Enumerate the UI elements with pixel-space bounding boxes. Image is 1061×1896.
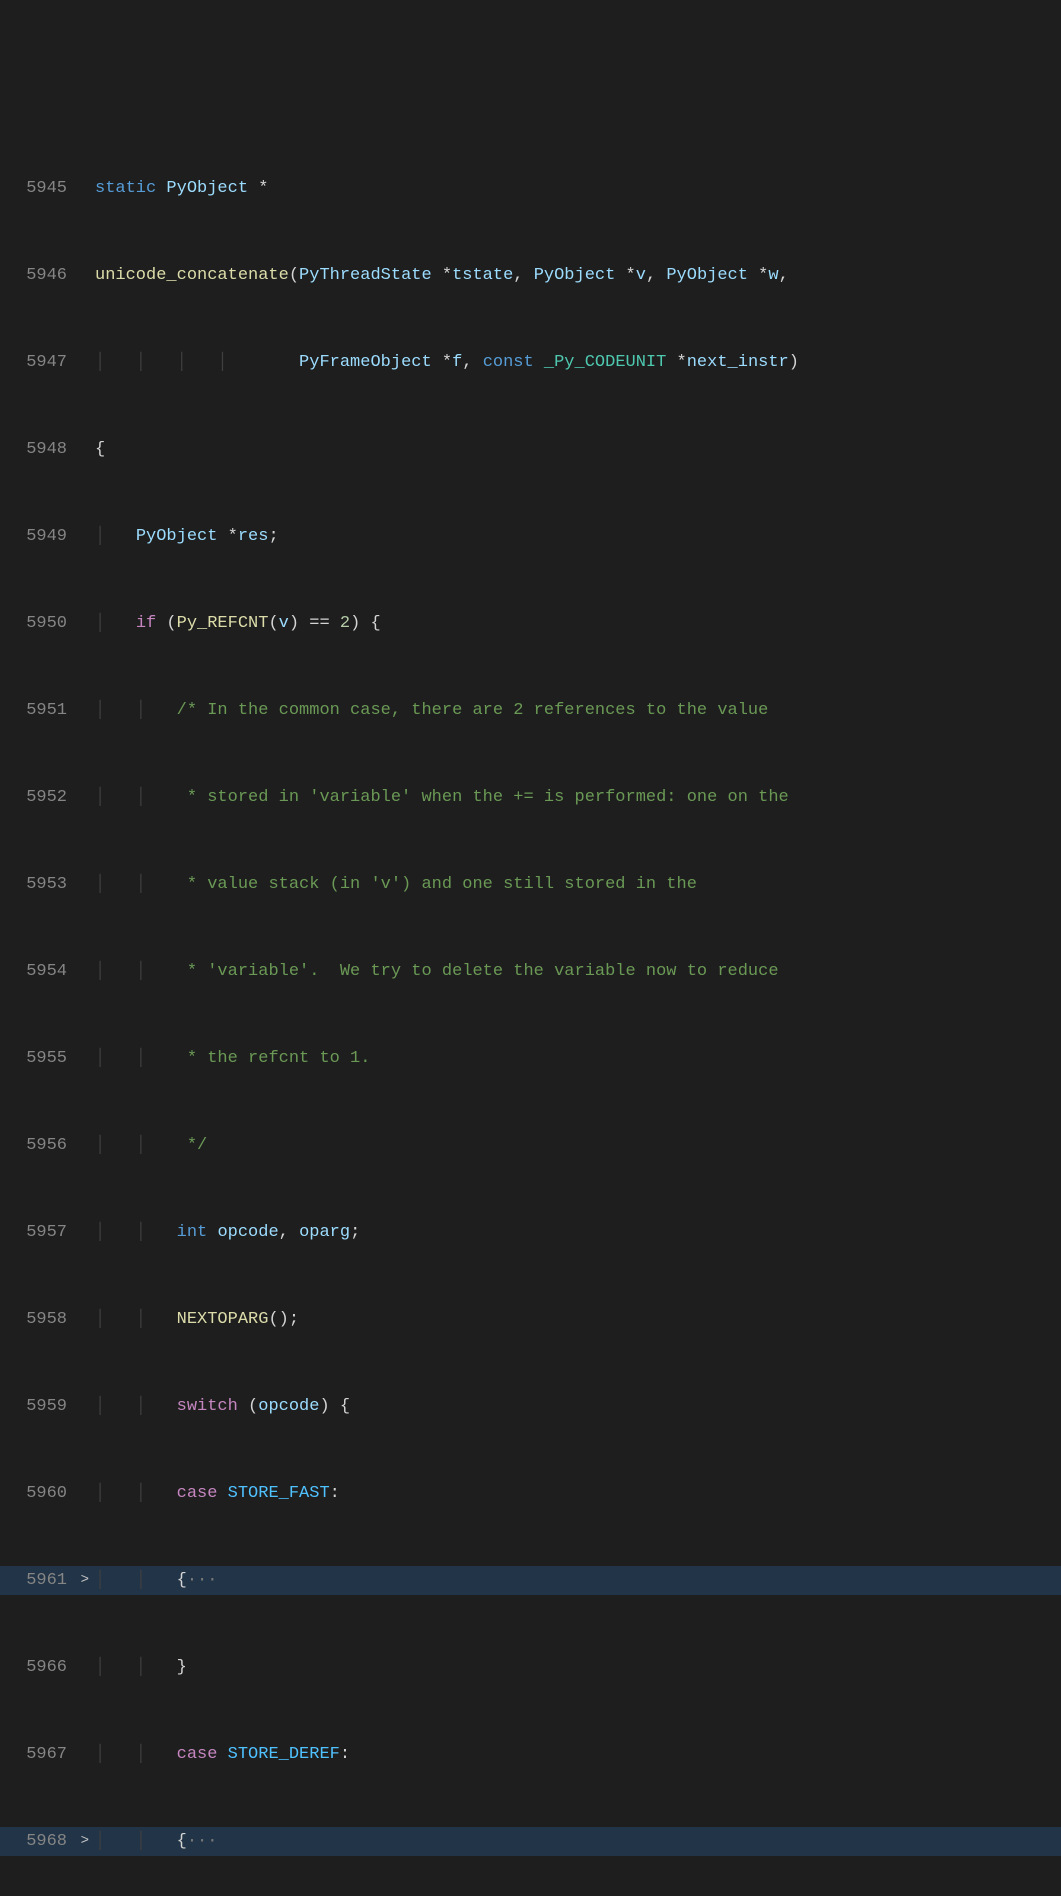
code-content[interactable]: │ │ * the refcnt to 1. [95, 1044, 1061, 1073]
code-line: 5960│ │ case STORE_FAST: [0, 1479, 1061, 1508]
code-content[interactable]: │ │ /* In the common case, there are 2 r… [95, 696, 1061, 725]
code-line: 5947│ │ │ │ PyFrameObject *f, const _Py_… [0, 348, 1061, 377]
code-line: 5953│ │ * value stack (in 'v') and one s… [0, 870, 1061, 899]
line-number: 5958 [0, 1305, 95, 1334]
code-content[interactable]: │ if (Py_REFCNT(v) == 2) { [95, 609, 1061, 638]
line-number: 5957 [0, 1218, 95, 1247]
code-line-folded: 5961>│ │ {··· [0, 1566, 1061, 1595]
code-line: 5954│ │ * 'variable'. We try to delete t… [0, 957, 1061, 986]
line-number: 5954 [0, 957, 95, 986]
code-content[interactable]: { [95, 435, 1061, 464]
line-number: 5950 [0, 609, 95, 638]
code-line: 5948{ [0, 435, 1061, 464]
code-content[interactable]: │ │ */ [95, 1131, 1061, 1160]
code-content[interactable]: │ │ int opcode, oparg; [95, 1218, 1061, 1247]
code-content[interactable]: │ │ * value stack (in 'v') and one still… [95, 870, 1061, 899]
fold-collapsed-icon[interactable]: > [81, 1827, 89, 1856]
line-number: 5960 [0, 1479, 95, 1508]
line-number: 5953 [0, 870, 95, 899]
code-line: 5945static PyObject * [0, 174, 1061, 203]
line-number: 5959 [0, 1392, 95, 1421]
code-line: 5950│ if (Py_REFCNT(v) == 2) { [0, 609, 1061, 638]
line-number: 5955 [0, 1044, 95, 1073]
code-line: 5949│ PyObject *res; [0, 522, 1061, 551]
code-content[interactable]: │ │ switch (opcode) { [95, 1392, 1061, 1421]
code-content[interactable]: │ │ │ │ PyFrameObject *f, const _Py_CODE… [95, 348, 1061, 377]
code-line: 5955│ │ * the refcnt to 1. [0, 1044, 1061, 1073]
line-number: 5952 [0, 783, 95, 812]
code-line: 5946unicode_concatenate(PyThreadState *t… [0, 261, 1061, 290]
code-line-folded: 5968>│ │ {··· [0, 1827, 1061, 1856]
code-content[interactable]: │ │ * 'variable'. We try to delete the v… [95, 957, 1061, 986]
code-content[interactable]: │ │ } [95, 1653, 1061, 1682]
code-content[interactable]: │ │ NEXTOPARG(); [95, 1305, 1061, 1334]
code-content[interactable]: │ │ {··· [95, 1566, 1061, 1595]
code-content[interactable]: unicode_concatenate(PyThreadState *tstat… [95, 261, 1061, 290]
line-number: 5966 [0, 1653, 95, 1682]
code-editor[interactable]: 5945static PyObject * 5946unicode_concat… [0, 116, 1061, 1896]
code-content[interactable]: │ │ case STORE_DEREF: [95, 1740, 1061, 1769]
line-number: 5956 [0, 1131, 95, 1160]
code-line: 5956│ │ */ [0, 1131, 1061, 1160]
line-number: 5946 [0, 261, 95, 290]
line-number: 5949 [0, 522, 95, 551]
line-number: 5945 [0, 174, 95, 203]
code-line: 5959│ │ switch (opcode) { [0, 1392, 1061, 1421]
code-line: 5951│ │ /* In the common case, there are… [0, 696, 1061, 725]
code-content[interactable]: │ │ {··· [95, 1827, 1061, 1856]
code-content[interactable]: │ │ case STORE_FAST: [95, 1479, 1061, 1508]
line-number: 5961> [0, 1566, 95, 1595]
code-content[interactable]: │ PyObject *res; [95, 522, 1061, 551]
line-number: 5951 [0, 696, 95, 725]
code-line: 5957│ │ int opcode, oparg; [0, 1218, 1061, 1247]
code-line: 5967│ │ case STORE_DEREF: [0, 1740, 1061, 1769]
code-content[interactable]: static PyObject * [95, 174, 1061, 203]
line-number: 5968> [0, 1827, 95, 1856]
line-number: 5967 [0, 1740, 95, 1769]
line-number: 5948 [0, 435, 95, 464]
line-number: 5947 [0, 348, 95, 377]
fold-collapsed-icon[interactable]: > [81, 1566, 89, 1595]
code-content[interactable]: │ │ * stored in 'variable' when the += i… [95, 783, 1061, 812]
code-line: 5958│ │ NEXTOPARG(); [0, 1305, 1061, 1334]
code-line: 5952│ │ * stored in 'variable' when the … [0, 783, 1061, 812]
code-line: 5966│ │ } [0, 1653, 1061, 1682]
